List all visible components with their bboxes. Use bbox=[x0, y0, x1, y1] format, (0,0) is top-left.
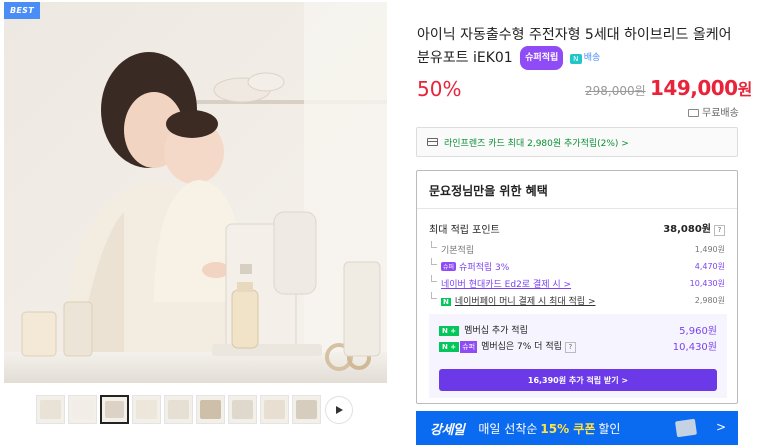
super-tag: 슈퍼 bbox=[460, 340, 478, 353]
thumbnail-9[interactable] bbox=[292, 395, 321, 424]
membership-label-wrap: N + 멤버십 추가 적립 bbox=[439, 323, 528, 336]
discount-rate: 50% bbox=[417, 77, 462, 101]
npay-plus-tag: N + bbox=[439, 341, 460, 352]
thumbnail-3[interactable] bbox=[100, 395, 129, 424]
thumbnail-7[interactable] bbox=[228, 395, 257, 424]
point-row-super: 슈퍼 슈퍼적립 3% 4,470원 bbox=[429, 258, 725, 273]
thumbnail-8[interactable] bbox=[260, 395, 289, 424]
gift-box-icon bbox=[674, 418, 698, 438]
product-photo bbox=[4, 2, 387, 383]
thumbnail-2[interactable] bbox=[68, 395, 97, 424]
max-point-value: 38,080원 bbox=[663, 224, 711, 235]
help-icon[interactable]: ? bbox=[714, 225, 725, 236]
banner-logo: 강세일 bbox=[430, 422, 465, 438]
free-shipping-label: 무료배송 bbox=[702, 108, 739, 119]
membership-row-1: N + 멤버십 추가 적립 5,960원 bbox=[439, 322, 717, 337]
divider bbox=[417, 208, 737, 209]
delivery-icon: N bbox=[569, 54, 582, 64]
point-label[interactable]: 네이버페이 머니 결제 시 최대 적립 > bbox=[455, 297, 596, 307]
point-value: 4,470원 bbox=[694, 262, 725, 271]
product-main-image[interactable] bbox=[4, 2, 387, 383]
benefit-title: 문요정님만을 위한 혜택 bbox=[429, 184, 548, 198]
help-icon[interactable]: ? bbox=[564, 341, 576, 353]
point-label-wrap: 네이버 현대카드 Ed2로 결제 시 > bbox=[429, 275, 571, 290]
banner-highlight: 15% 쿠폰 bbox=[540, 421, 596, 436]
max-point-value-wrap: 38,080원? bbox=[663, 220, 725, 236]
sale-price-value: 149,000 bbox=[650, 76, 738, 100]
banner-arrow: > bbox=[715, 420, 726, 434]
free-shipping: 무료배송 bbox=[688, 104, 739, 119]
super-point-badge: 슈퍼적립 bbox=[520, 46, 564, 70]
point-label: 슈퍼적립 3% bbox=[459, 263, 510, 273]
thumbnail-5[interactable] bbox=[164, 395, 193, 424]
max-point-label: 최대 적립 포인트 bbox=[429, 224, 500, 236]
point-label: 기본적립 bbox=[429, 241, 474, 256]
membership-value: 10,430원 bbox=[672, 342, 717, 353]
point-label[interactable]: 네이버 현대카드 Ed2로 결제 시 > bbox=[441, 280, 571, 290]
point-row-card[interactable]: 네이버 현대카드 Ed2로 결제 시 > 10,430원 bbox=[429, 275, 725, 290]
membership-row-2: N + 슈퍼 멤버십은 7% 더 적립? 10,430원 bbox=[439, 338, 717, 353]
npay-tag: N bbox=[441, 298, 451, 306]
point-row-npay[interactable]: N 네이버페이 머니 결제 시 최대 적립 > 2,980원 bbox=[429, 292, 725, 307]
video-play-button[interactable] bbox=[325, 396, 353, 424]
max-point-row: 최대 적립 포인트 38,080원? bbox=[429, 220, 725, 236]
membership-label: 멤버십 추가 적립 bbox=[464, 326, 528, 336]
truck-icon bbox=[688, 109, 699, 117]
get-extra-points-button[interactable]: 16,390원 추가 적립 받기 > bbox=[439, 369, 717, 391]
point-label-wrap: 슈퍼 슈퍼적립 3% bbox=[429, 258, 510, 273]
sale-price-currency: 원 bbox=[737, 80, 753, 99]
point-value: 1,490원 bbox=[694, 245, 725, 254]
promo-banner[interactable]: 강세일 매일 선착순 15% 쿠폰 할인 > bbox=[416, 411, 738, 445]
membership-value: 5,960원 bbox=[679, 326, 717, 337]
point-value: 2,980원 bbox=[694, 296, 725, 305]
banner-text-post: 할인 bbox=[598, 421, 621, 436]
point-value: 10,430원 bbox=[689, 279, 725, 288]
banner-text-pre: 매일 선착순 bbox=[478, 421, 538, 436]
benefit-panel: 문요정님만을 위한 혜택 최대 적립 포인트 38,080원? 기본적립 1,4… bbox=[416, 170, 738, 404]
product-title: 아이닉 자동출수형 주전자형 5세대 하이브리드 올케어 분유포트 iEK01 … bbox=[417, 24, 747, 70]
delivery-badge-label: 배송 bbox=[583, 53, 601, 63]
delivery-badge: N 배송 bbox=[569, 47, 601, 69]
point-label-wrap: N 네이버페이 머니 결제 시 최대 적립 > bbox=[429, 292, 596, 307]
thumbnail-4[interactable] bbox=[132, 395, 161, 424]
thumbnail-1[interactable] bbox=[36, 395, 65, 424]
npay-plus-tag: N + bbox=[439, 326, 460, 336]
best-badge: BEST bbox=[4, 2, 40, 19]
point-row-basic: 기본적립 1,490원 bbox=[429, 241, 725, 256]
card-benefit-text: 라인프렌즈 카드 최대 2,980원 추가적립(2%) > bbox=[444, 138, 629, 149]
thumbnail-strip bbox=[36, 395, 356, 427]
original-price: 298,000원 bbox=[585, 84, 646, 98]
credit-card-icon bbox=[427, 138, 438, 146]
sale-price: 149,000원 bbox=[650, 76, 752, 100]
thumbnail-6[interactable] bbox=[196, 395, 225, 424]
card-benefit-link[interactable]: 라인프렌즈 카드 최대 2,980원 추가적립(2%) > bbox=[416, 127, 738, 157]
play-icon bbox=[336, 406, 343, 414]
membership-box: N + 멤버십 추가 적립 5,960원 N + 슈퍼 멤버십은 7% 더 적립? 1… bbox=[429, 314, 727, 398]
membership-label: 멤버십은 7% 더 적립 bbox=[481, 341, 562, 352]
super-tag: 슈퍼 bbox=[441, 262, 457, 271]
membership-label-wrap: N + 슈퍼 멤버십은 7% 더 적립? bbox=[439, 339, 576, 353]
